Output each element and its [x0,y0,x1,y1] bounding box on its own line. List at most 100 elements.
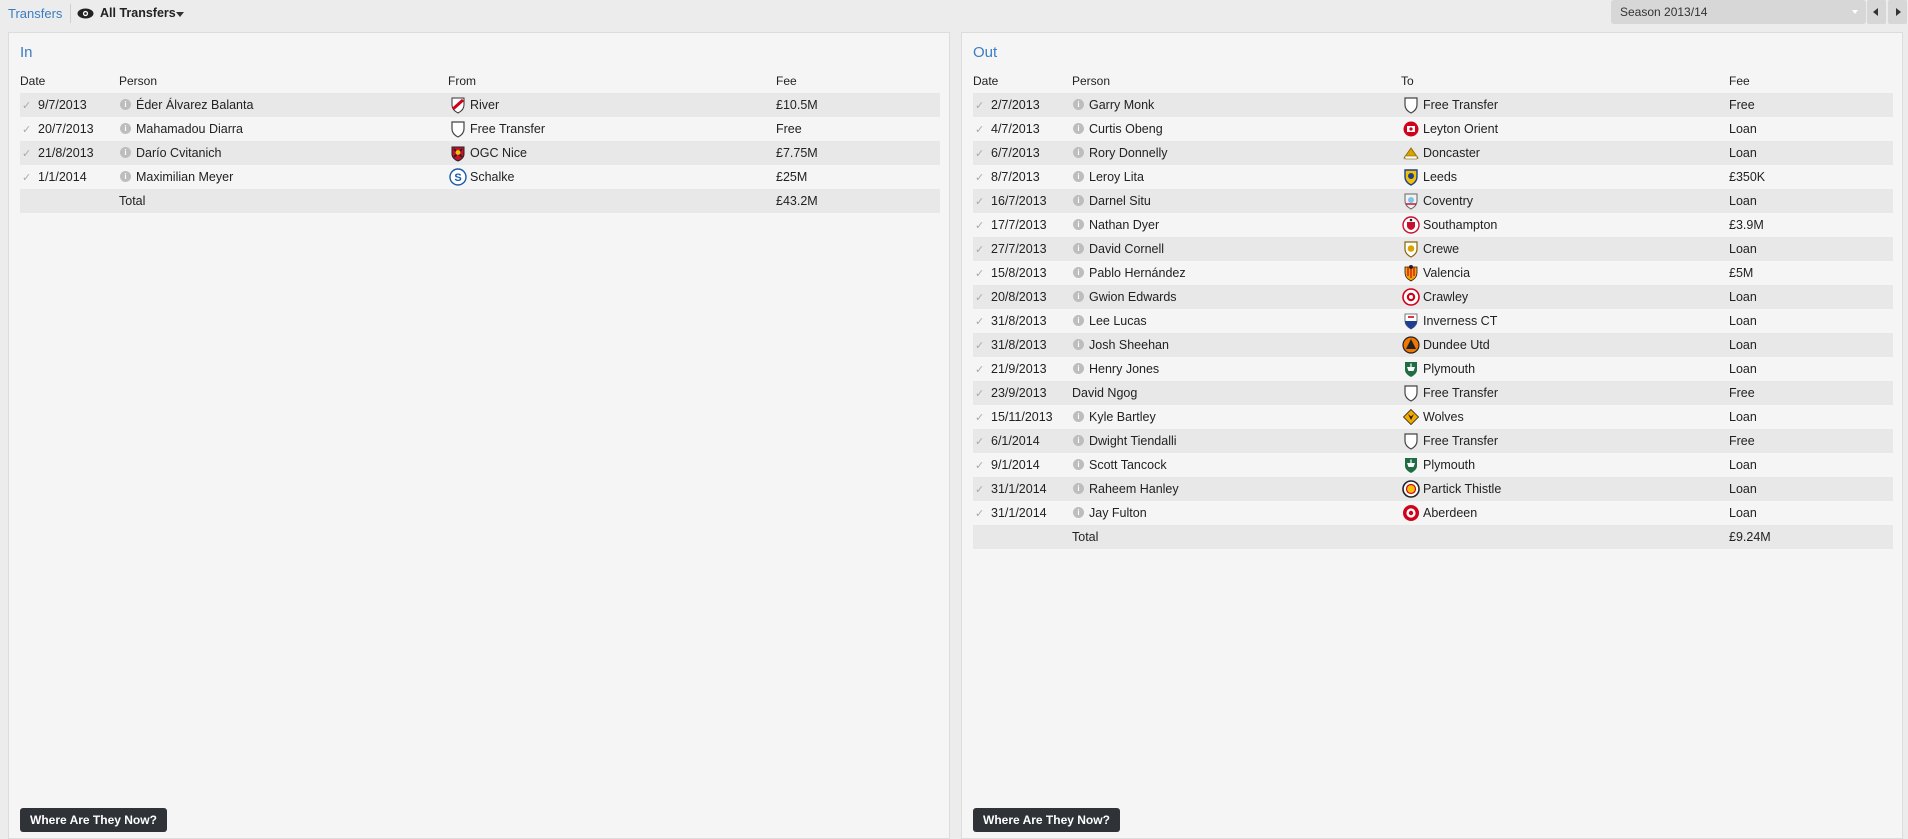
crewe-badge-icon[interactable] [1402,240,1420,258]
col-date-header[interactable]: Date [20,74,45,88]
club-name-link[interactable]: Coventry [1423,194,1473,208]
club-name-link[interactable]: Free Transfer [470,122,545,136]
club-name-link[interactable]: Leeds [1423,170,1457,184]
player-name-link[interactable]: Éder Álvarez Balanta [136,98,253,112]
club-name-link[interactable]: Crawley [1423,290,1468,304]
table-row[interactable]: ✓ 16/7/2013 i Darnel Situ Coventry Loan [973,189,1893,213]
table-row[interactable]: ✓ 27/7/2013 i David Cornell Crewe Loan [973,237,1893,261]
table-row[interactable]: ✓ 8/7/2013 i Leroy Lita Leeds £350K [973,165,1893,189]
table-row[interactable]: ✓ 20/7/2013 i Mahamadou Diarra Free Transfer… [20,117,940,141]
club-name-link[interactable]: Free Transfer [1423,386,1498,400]
southampton-badge-icon[interactable] [1402,216,1420,234]
doncaster-badge-icon[interactable] [1402,144,1420,162]
player-name-link[interactable]: Gwion Edwards [1089,290,1177,304]
aberdeen-badge-icon[interactable] [1402,504,1420,522]
info-icon[interactable]: i [1073,171,1084,182]
player-name-link[interactable]: Scott Tancock [1089,458,1167,472]
club-name-link[interactable]: OGC Nice [470,146,527,160]
table-row[interactable]: ✓ 31/1/2014 i Jay Fulton Aberdeen Loan [973,501,1893,525]
player-name-link[interactable]: David Ngog [1072,386,1137,400]
col-to-header[interactable]: To [1401,74,1414,88]
table-row[interactable]: ✓ 31/1/2014 i Raheem Hanley Partick Thistle L… [973,477,1893,501]
club-name-link[interactable]: Free Transfer [1423,434,1498,448]
free-badge-icon[interactable] [1402,432,1420,450]
previous-season-button[interactable] [1867,0,1886,24]
col-fee-header[interactable]: Fee [776,74,797,88]
col-person-header[interactable]: Person [1072,74,1110,88]
info-icon[interactable]: i [1073,435,1084,446]
transfers-link[interactable]: Transfers [8,6,62,21]
club-name-link[interactable]: Inverness CT [1423,314,1497,328]
club-name-link[interactable]: Leyton Orient [1423,122,1498,136]
river-badge-icon[interactable] [449,96,467,114]
dundee-badge-icon[interactable] [1402,336,1420,354]
player-name-link[interactable]: Lee Lucas [1089,314,1147,328]
info-icon[interactable]: i [1073,507,1084,518]
info-icon[interactable]: i [1073,99,1084,110]
player-name-link[interactable]: Maximilian Meyer [136,170,233,184]
info-icon[interactable]: i [120,123,131,134]
info-icon[interactable]: i [120,147,131,158]
club-name-link[interactable]: Schalke [470,170,514,184]
info-icon[interactable]: i [1073,147,1084,158]
free-badge-icon[interactable] [1402,384,1420,402]
schalke-badge-icon[interactable]: S [449,168,467,186]
table-row[interactable]: ✓ 23/9/2013 David Ngog Free Transfer Free [973,381,1893,405]
club-name-link[interactable]: Plymouth [1423,458,1475,472]
player-name-link[interactable]: Leroy Lita [1089,170,1144,184]
leyton-badge-icon[interactable] [1402,120,1420,138]
club-name-link[interactable]: Wolves [1423,410,1464,424]
table-row[interactable]: ✓ 2/7/2013 i Garry Monk Free Transfer Free [973,93,1893,117]
info-icon[interactable]: i [120,171,131,182]
player-name-link[interactable]: Mahamadou Diarra [136,122,243,136]
season-select[interactable]: Season 2013/14 [1611,0,1866,24]
club-name-link[interactable]: River [470,98,499,112]
info-icon[interactable]: i [1073,243,1084,254]
player-name-link[interactable]: Kyle Bartley [1089,410,1156,424]
player-name-link[interactable]: David Cornell [1089,242,1164,256]
info-icon[interactable]: i [1073,267,1084,278]
table-row[interactable]: ✓ 15/11/2013 i Kyle Bartley Wolves Loan [973,405,1893,429]
table-row[interactable]: ✓ 9/7/2013 i Éder Álvarez Balanta River £10.5… [20,93,940,117]
player-name-link[interactable]: Garry Monk [1089,98,1154,112]
filter-dropdown[interactable]: All Transfers [100,6,176,20]
nice-badge-icon[interactable] [449,144,467,162]
next-season-button[interactable] [1888,0,1907,24]
table-row[interactable]: ✓ 6/7/2013 i Rory Donnelly Doncaster Loan [973,141,1893,165]
table-row[interactable]: ✓ 4/7/2013 i Curtis Obeng Leyton Orient Loan [973,117,1893,141]
info-icon[interactable]: i [1073,195,1084,206]
plymouth-badge-icon[interactable] [1402,456,1420,474]
player-name-link[interactable]: Raheem Hanley [1089,482,1179,496]
table-row[interactable]: ✓ 6/1/2014 i Dwight Tiendalli Free Transfer F… [973,429,1893,453]
table-row[interactable]: ✓ 9/1/2014 i Scott Tancock Plymouth Loan [973,453,1893,477]
chevron-down-icon[interactable] [176,12,184,17]
player-name-link[interactable]: Darío Cvitanich [136,146,221,160]
club-name-link[interactable]: Dundee Utd [1423,338,1490,352]
coventry-badge-icon[interactable] [1402,192,1420,210]
col-from-header[interactable]: From [448,74,476,88]
info-icon[interactable]: i [1073,291,1084,302]
partick-badge-icon[interactable] [1402,480,1420,498]
table-row[interactable]: ✓ 1/1/2014 i Maximilian Meyer S Schalke £25M [20,165,940,189]
plymouth-badge-icon[interactable] [1402,360,1420,378]
free-badge-icon[interactable] [1402,96,1420,114]
info-icon[interactable]: i [120,99,131,110]
club-name-link[interactable]: Valencia [1423,266,1470,280]
info-icon[interactable]: i [1073,411,1084,422]
where-are-they-now-button[interactable]: Where Are They Now? [973,808,1120,832]
wolves-badge-icon[interactable] [1402,408,1420,426]
table-row[interactable]: ✓ 17/7/2013 i Nathan Dyer Southampton £3.9M [973,213,1893,237]
where-are-they-now-button[interactable]: Where Are They Now? [20,808,167,832]
player-name-link[interactable]: Jay Fulton [1089,506,1147,520]
club-name-link[interactable]: Southampton [1423,218,1497,232]
player-name-link[interactable]: Pablo Hernández [1089,266,1186,280]
player-name-link[interactable]: Darnel Situ [1089,194,1151,208]
club-name-link[interactable]: Doncaster [1423,146,1480,160]
info-icon[interactable]: i [1073,315,1084,326]
club-name-link[interactable]: Partick Thistle [1423,482,1501,496]
table-row[interactable]: ✓ 21/8/2013 i Darío Cvitanich OGC Nice £7.75M [20,141,940,165]
player-name-link[interactable]: Josh Sheehan [1089,338,1169,352]
club-name-link[interactable]: Plymouth [1423,362,1475,376]
leeds-badge-icon[interactable] [1402,168,1420,186]
info-icon[interactable]: i [1073,219,1084,230]
